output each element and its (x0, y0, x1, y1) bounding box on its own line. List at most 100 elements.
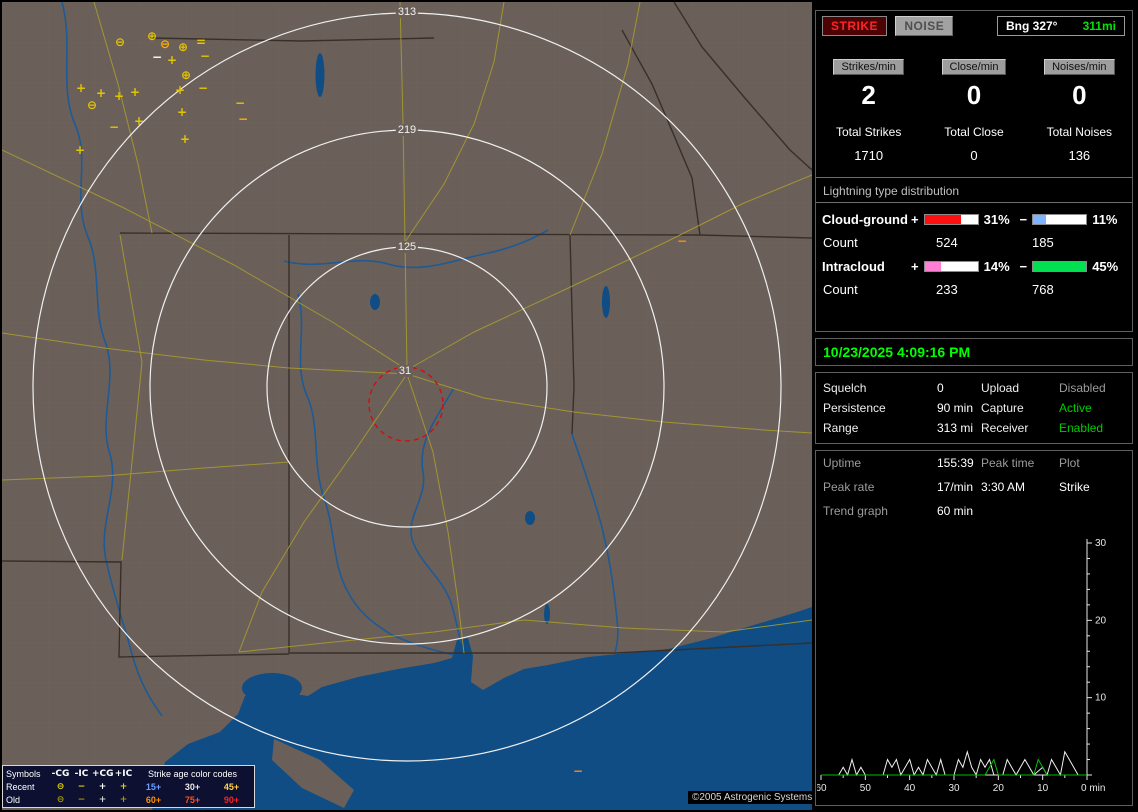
plot-label: Plot (1059, 456, 1125, 470)
age-codes-row-1: 15+ 30+ 45+ (134, 782, 251, 792)
noises-per-min-button[interactable]: Noises/min (1044, 59, 1114, 75)
cg-positive-count: 524 (936, 235, 958, 250)
ic-negative-count: 768 (1032, 282, 1054, 297)
minus-sign: − (1017, 259, 1029, 274)
total-close-label: Total Close (921, 125, 1026, 139)
plus-sign: + (909, 259, 921, 274)
svg-text:10: 10 (1037, 783, 1049, 794)
cg-positive-percent: 31% (982, 212, 1018, 227)
plot-value: Strike (1059, 480, 1125, 494)
noises-per-min-value: 0 (1027, 80, 1132, 111)
squelch-label: Squelch (823, 381, 937, 395)
lake-pontchartrain (242, 673, 302, 703)
peak-time-value: 3:30 AM (981, 480, 1059, 494)
bearing-range-value: 311mi (1083, 19, 1116, 33)
ic-positive-percent: 14% (982, 259, 1018, 274)
app-window: ⊖⊕⊖⊕=−−+⊕+++++−⊖−+−−+++−− 31321912531 Sy… (0, 0, 1138, 812)
close-column: Close/min 0 Total Close 0 (921, 59, 1026, 163)
squelch-value: 0 (937, 381, 981, 395)
uptime-label: Uptime (823, 456, 937, 470)
trend-series-strikes (821, 752, 1087, 775)
total-strikes-value: 1710 (816, 148, 921, 163)
range-label: Range (823, 421, 937, 435)
recent-neg-cg-icon: ⊖ (50, 782, 71, 792)
recent-pos-cg-icon: + (92, 782, 113, 792)
bearing-label: Bng 327° (1006, 19, 1057, 33)
age-15: 15+ (146, 782, 161, 792)
lightning-map[interactable]: ⊖⊕⊖⊕=−−+⊕+++++−⊖−+−−+++−− 31321912531 Sy… (2, 2, 812, 810)
strike-mode-button[interactable]: STRIKE (822, 16, 887, 36)
uptime-value: 155:39 (937, 456, 981, 470)
svg-text:60: 60 (817, 783, 827, 794)
total-strikes-label: Total Strikes (816, 125, 921, 139)
noise-mode-button[interactable]: NOISE (895, 16, 953, 36)
rates-row: Strikes/min 2 Total Strikes 1710 Close/m… (816, 59, 1132, 163)
map-legend: Symbols -CG -IC +CG +IC Strike age color… (2, 765, 255, 808)
receiver-label: Receiver (981, 421, 1059, 435)
upload-status: Disabled (1059, 381, 1125, 395)
minus-sign: − (1017, 212, 1029, 227)
distribution-title: Lightning type distribution (816, 178, 1132, 203)
svg-text:10: 10 (1095, 693, 1107, 704)
trend-graph-row: Trend graph 60 min (816, 499, 1132, 523)
legend-col-pos-cg: +CG (92, 769, 113, 779)
age-45: 45+ (224, 782, 239, 792)
trend-graph: 3020106050403020100 min (817, 531, 1133, 805)
legend-symbols-title: Symbols (6, 769, 50, 779)
cloud-ground-label: Cloud-ground (822, 212, 909, 227)
legend-col-neg-ic: -IC (71, 769, 92, 779)
age-75: 75+ (185, 795, 200, 805)
ic-count-label: Count (823, 282, 858, 297)
range-value: 313 mi (937, 421, 981, 435)
peak-rate-value: 17/min (937, 480, 981, 494)
persistence-label: Persistence (823, 401, 937, 415)
legend-old-row: Old ⊖ − + + 60+ 75+ 90+ (6, 793, 251, 806)
ic-negative-percent: 45% (1090, 259, 1126, 274)
svg-text:0 min: 0 min (1081, 783, 1105, 794)
total-noises-value: 136 (1027, 148, 1132, 163)
ic-positive-count: 233 (936, 282, 958, 297)
age-30: 30+ (185, 782, 200, 792)
peak-rate-label: Peak rate (823, 480, 937, 494)
datetime-display: 10/23/2025 4:09:16 PM (816, 339, 1132, 365)
cg-negative-bar (1032, 214, 1087, 225)
total-close-value: 0 (921, 148, 1026, 163)
legend-recent-row: Recent ⊖ − + + 15+ 30+ 45+ (6, 780, 251, 793)
status-row: Range 313 mi Receiver Enabled (816, 418, 1132, 438)
close-per-min-value: 0 (921, 80, 1026, 111)
close-per-min-button[interactable]: Close/min (942, 59, 1007, 75)
svg-text:30: 30 (1095, 538, 1107, 549)
legend-age-title: Strike age color codes (134, 769, 251, 779)
cloud-ground-row: Cloud-ground + 31% − 11% (816, 205, 1132, 227)
recent-pos-ic-icon: + (113, 782, 134, 792)
trend-graph-window: 60 min (937, 504, 981, 518)
total-noises-label: Total Noises (1027, 125, 1132, 139)
cg-negative-percent: 11% (1090, 212, 1126, 227)
old-pos-cg-icon: + (92, 795, 113, 805)
status-row: Persistence 90 min Capture Active (816, 398, 1132, 418)
svg-text:30: 30 (948, 783, 960, 794)
plus-sign: + (909, 212, 921, 227)
receiver-status: Enabled (1059, 421, 1125, 435)
ic-negative-bar (1032, 261, 1087, 272)
ic-count-row: Count 233 768 (816, 274, 1132, 299)
peak-rate-row: Peak rate 17/min 3:30 AM Strike (816, 475, 1132, 499)
mode-row: STRIKE NOISE Bng 327° 311mi (816, 11, 1132, 45)
legend-header-row: Symbols -CG -IC +CG +IC Strike age color… (6, 767, 251, 780)
capture-label: Capture (981, 401, 1059, 415)
bearing-display: Bng 327° 311mi (997, 16, 1125, 36)
trend-panel: Uptime 155:39 Peak time Plot Peak rate 1… (815, 450, 1133, 806)
age-codes-row-2: 60+ 75+ 90+ (134, 795, 251, 805)
old-neg-ic-icon: − (71, 795, 92, 805)
strikes-per-min-button[interactable]: Strikes/min (833, 59, 903, 75)
age-90: 90+ (224, 795, 239, 805)
old-pos-ic-icon: + (113, 795, 134, 805)
svg-text:40: 40 (904, 783, 916, 794)
strikes-per-min-value: 2 (816, 80, 921, 111)
age-60: 60+ (146, 795, 161, 805)
uptime-row: Uptime 155:39 Peak time Plot (816, 451, 1132, 475)
trend-graph-label: Trend graph (823, 504, 937, 518)
legend-recent-label: Recent (6, 782, 50, 792)
legend-col-neg-cg: -CG (50, 769, 71, 779)
cg-count-row: Count 524 185 (816, 227, 1132, 252)
